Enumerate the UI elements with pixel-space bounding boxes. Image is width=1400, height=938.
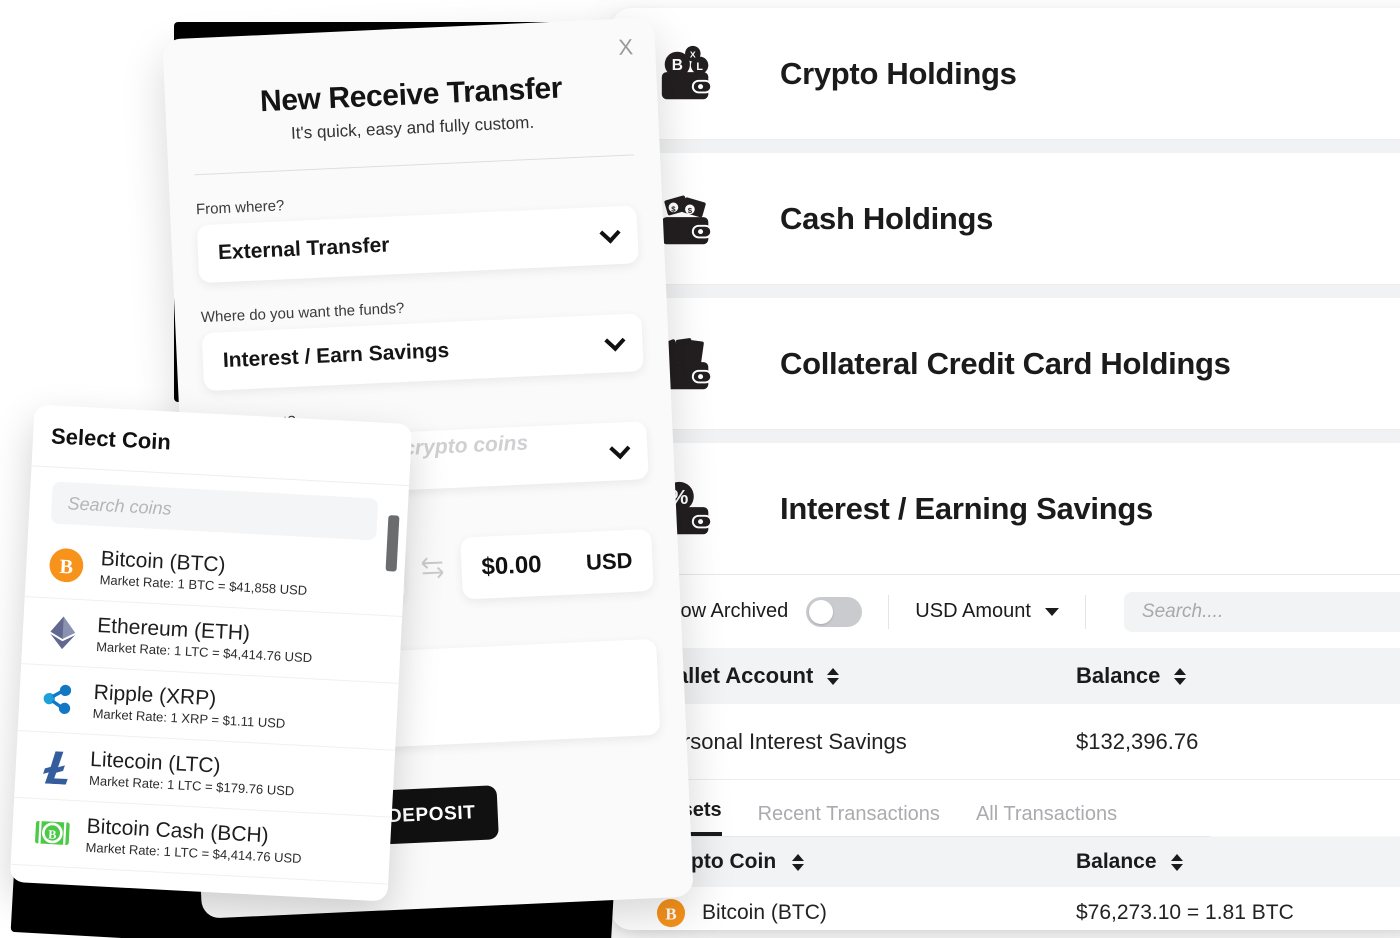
sort-icon[interactable] (1170, 853, 1183, 871)
holding-title: Collateral Credit Card Holdings (780, 345, 1231, 381)
row-divider (610, 429, 1400, 443)
toggle-knob (809, 599, 834, 624)
holdings-panel: B X L Crypto Holdings $ $ Cash Holdings … (610, 8, 1400, 930)
show-archived-toggle[interactable] (806, 596, 863, 627)
assets-balance-label: Balance (1076, 850, 1157, 873)
assets-balance-column-header[interactable]: Balance (1076, 850, 1183, 874)
svg-text:L: L (696, 61, 703, 73)
sort-icon[interactable] (1174, 667, 1187, 685)
sort-icon[interactable] (792, 853, 805, 871)
holding-title: Interest / Earning Savings (780, 490, 1153, 526)
chevron-down-icon (1044, 607, 1059, 616)
usd-amount-input[interactable]: $0.00 USD (460, 528, 654, 600)
bitcoin-icon: B (656, 898, 686, 927)
toolbar-divider (1084, 594, 1086, 629)
coin-search-input[interactable]: Search coins (50, 481, 379, 541)
wallet-account-column-header[interactable]: Wallet Account (656, 663, 1076, 689)
bitcoin-cash-icon: B (35, 820, 70, 845)
sort-icon[interactable] (827, 667, 840, 685)
wallet-account-cell: Personal Interest Savings (656, 728, 907, 754)
assets-toolbar: Show Archived USD Amount Search.... (610, 574, 1400, 648)
crypto-wallet-icon: B X L (661, 45, 713, 99)
row-divider (610, 139, 1400, 153)
litecoin-icon (43, 751, 68, 785)
svg-text:$: $ (688, 206, 693, 215)
asset-coin-cell: B Bitcoin (BTC) (656, 898, 1076, 928)
wallet-balance-cell: $132,396.76 (1076, 728, 1199, 754)
holding-row-crypto[interactable]: B X L Crypto Holdings (610, 8, 1400, 139)
ripple-icon (43, 684, 72, 715)
from-where-value: External Transfer (217, 233, 390, 265)
table-row[interactable]: Personal Interest Savings $132,396.76 (610, 704, 1400, 780)
ethereum-icon (50, 616, 76, 650)
modal-divider (194, 154, 635, 176)
usd-amount-value: $0.00 (480, 550, 543, 581)
row-divider (610, 284, 1400, 298)
asset-tabs: Assets Recent Transactions All Transacti… (610, 780, 1400, 836)
svg-text:B: B (59, 556, 74, 579)
chevron-down-icon (599, 221, 621, 244)
holding-row-cash[interactable]: $ $ Cash Holdings (610, 153, 1400, 284)
chevron-down-icon (604, 329, 626, 351)
select-coin-panel: Select Coin Search coins B Bitcoin (BTC)… (9, 404, 413, 902)
usd-amount-label: USD Amount (915, 600, 1031, 622)
tab-recent-transactions[interactable]: Recent Transactions (758, 803, 940, 836)
usd-amount-select[interactable]: USD Amount (915, 600, 1059, 623)
balance-column-header[interactable]: Balance (1076, 663, 1187, 689)
screenshot-root: B X L Crypto Holdings $ $ Cash Holdings … (0, 0, 1400, 938)
svg-text:B: B (48, 827, 57, 841)
destination-field: Where do you want the funds? Interest / … (201, 289, 644, 392)
asset-coin-name: Bitcoin (BTC) (702, 900, 827, 924)
balance-label: Balance (1076, 663, 1161, 688)
table-row[interactable]: B Bitcoin (BTC) $76,273.10 = 1.81 BTC (610, 887, 1400, 930)
svg-text:$: $ (671, 204, 676, 213)
wallet-table-header: Wallet Account Balance (610, 648, 1400, 704)
holding-row-interest-savings[interactable]: % Interest / Earning Savings (610, 443, 1400, 574)
swap-arrows-icon[interactable] (415, 552, 451, 588)
tab-all-transactions[interactable]: All Transactions (976, 803, 1117, 836)
assets-table-header: Crypto Coin Balance (610, 837, 1400, 887)
holding-title: Crypto Holdings (780, 55, 1017, 91)
destination-value: Interest / Earn Savings (222, 338, 450, 373)
currency-label: USD (585, 547, 633, 575)
from-where-field: From where? External Transfer (196, 181, 639, 284)
holding-title: Cash Holdings (780, 200, 994, 236)
from-where-select[interactable]: External Transfer (196, 205, 639, 284)
asset-balance-cell: $76,273.10 = 1.81 BTC (1076, 900, 1294, 924)
crypto-coin-column-header[interactable]: Crypto Coin (656, 850, 1076, 874)
svg-text:B: B (672, 57, 683, 74)
toolbar-divider (888, 594, 890, 629)
bitcoin-icon: B (49, 548, 84, 583)
search-input[interactable]: Search.... (1123, 591, 1400, 632)
cash-wallet-icon: $ $ (661, 195, 713, 244)
destination-select[interactable]: Interest / Earn Savings (201, 313, 644, 392)
close-icon[interactable]: X (618, 34, 634, 61)
svg-text:B: B (665, 904, 676, 923)
holding-row-credit-card[interactable]: Collateral Credit Card Holdings (610, 298, 1400, 429)
